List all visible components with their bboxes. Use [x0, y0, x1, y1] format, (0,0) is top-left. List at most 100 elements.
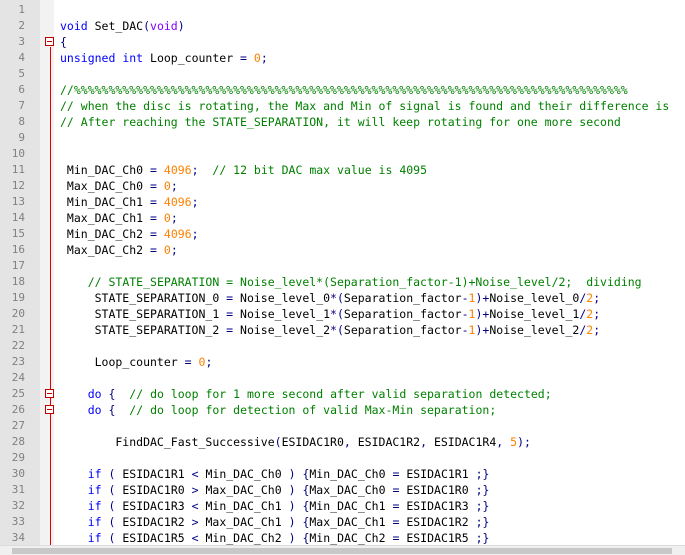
code-line[interactable]: 28 FindDAC_Fast_Successive(ESIDAC1R0, ES…: [0, 434, 685, 450]
code-line[interactable]: 16 Max_DAC_Ch2 = 0;: [0, 242, 685, 258]
code-text[interactable]: Min_DAC_Ch0 = 4096; // 12 bit DAC max va…: [60, 162, 427, 178]
code-line[interactable]: 25 do { // do loop for 1 more second aft…: [0, 386, 685, 402]
fold-toggle-icon[interactable]: [45, 405, 54, 414]
code-token: // After reaching the STATE_SEPARATION, …: [60, 115, 621, 129]
code-line[interactable]: 4 unsigned int Loop_counter = 0;: [0, 50, 685, 66]
code-token: Noise_level_2: [489, 323, 580, 337]
code-token: // do loop for detection of valid Max-Mi…: [129, 403, 497, 417]
code-text[interactable]: do { // do loop for 1 more second after …: [60, 386, 552, 402]
code-line[interactable]: 18 // STATE_SEPARATION = Noise_level*(Se…: [0, 274, 685, 290]
fold-toggle-icon[interactable]: [45, 389, 54, 398]
line-number: 27: [11, 419, 25, 432]
line-number: 3: [18, 35, 25, 48]
code-token: <: [191, 499, 199, 513]
code-line[interactable]: 33 if ( ESIDAC1R2 > Max_DAC_Ch1 ) {Max_D…: [0, 514, 685, 530]
code-token: (: [274, 435, 282, 449]
code-line[interactable]: 8 // After reaching the STATE_SEPARATION,…: [0, 114, 685, 130]
code-text[interactable]: STATE_SEPARATION_0 = Noise_level_0*(Sepa…: [60, 290, 601, 306]
code-text[interactable]: if ( ESIDAC1R0 > Max_DAC_Ch0 ) {Max_DAC_…: [60, 482, 490, 498]
code-line[interactable]: 5: [0, 66, 685, 82]
code-line[interactable]: 21 STATE_SEPARATION_2 = Noise_level_2*(S…: [0, 322, 685, 338]
horizontal-scrollbar[interactable]: [0, 545, 685, 555]
code-text[interactable]: Min_DAC_Ch2 = 4096;: [60, 226, 199, 242]
code-line[interactable]: 6 //%%%%%%%%%%%%%%%%%%%%%%%%%%%%%%%%%%%%%…: [0, 82, 685, 98]
code-line[interactable]: 11 Min_DAC_Ch0 = 4096; // 12 bit DAC max…: [0, 162, 685, 178]
code-token: (: [143, 19, 151, 33]
code-text[interactable]: if ( ESIDAC1R1 < Min_DAC_Ch0 ) {Min_DAC_…: [60, 466, 490, 482]
code-text[interactable]: if ( ESIDAC1R2 > Max_DAC_Ch1 ) {Max_DAC_…: [60, 514, 490, 530]
code-text[interactable]: STATE_SEPARATION_1 = Noise_level_1*(Sepa…: [60, 306, 601, 322]
code-text[interactable]: Min_DAC_Ch1 = 4096;: [60, 194, 199, 210]
code-text[interactable]: Loop_counter = 0;: [60, 354, 213, 370]
code-token: ESIDAC1R0: [115, 483, 192, 497]
code-token: ): [288, 483, 296, 497]
code-token: Loop_counter: [143, 51, 241, 65]
code-token: ): [288, 499, 296, 513]
code-token: ;}: [475, 483, 490, 497]
code-text[interactable]: // STATE_SEPARATION = Noise_level*(Separ…: [60, 274, 642, 290]
code-text[interactable]: FindDAC_Fast_Successive(ESIDAC1R0, ESIDA…: [60, 434, 531, 450]
code-line[interactable]: 24: [0, 370, 685, 386]
code-token: ESIDAC1R0: [281, 435, 344, 449]
code-token: ESIDAC1R5: [115, 531, 192, 545]
code-text[interactable]: if ( ESIDAC1R3 < Min_DAC_Ch1 ) {Min_DAC_…: [60, 498, 490, 514]
code-token: -: [461, 323, 469, 337]
code-text[interactable]: // when the disc is rotating, the Max an…: [60, 98, 669, 114]
code-line[interactable]: 2 void Set_DAC(void): [0, 18, 685, 34]
code-line[interactable]: 13 Min_DAC_Ch1 = 4096;: [0, 194, 685, 210]
code-token: Max_DAC_Ch1: [309, 515, 393, 529]
code-text[interactable]: STATE_SEPARATION_2 = Noise_level_2*(Sepa…: [60, 322, 601, 338]
code-line[interactable]: 12 Max_DAC_Ch0 = 0;: [0, 178, 685, 194]
code-text[interactable]: Max_DAC_Ch2 = 0;: [60, 242, 178, 258]
code-token: =: [150, 179, 157, 193]
code-text[interactable]: //%%%%%%%%%%%%%%%%%%%%%%%%%%%%%%%%%%%%%%…: [60, 82, 628, 98]
code-line[interactable]: 20 STATE_SEPARATION_1 = Noise_level_1*(S…: [0, 306, 685, 322]
code-line[interactable]: 14 Max_DAC_Ch1 = 0;: [0, 210, 685, 226]
code-line[interactable]: 15 Min_DAC_Ch2 = 4096;: [0, 226, 685, 242]
code-line[interactable]: 27: [0, 418, 685, 434]
code-token: ;}: [475, 515, 490, 529]
code-text[interactable]: if ( ESIDAC1R5 < Min_DAC_Ch2 ) {Min_DAC_…: [60, 530, 490, 545]
code-token: Set_DAC: [87, 19, 144, 33]
code-line[interactable]: 34 if ( ESIDAC1R5 < Min_DAC_Ch2 ) {Min_D…: [0, 530, 685, 545]
code-line[interactable]: 17: [0, 258, 685, 274]
fold-toggle-icon[interactable]: [45, 37, 54, 46]
code-token: <: [191, 531, 199, 545]
code-editor[interactable]: 1 2 void Set_DAC(void) 3{4 unsigned int Loop…: [0, 0, 685, 545]
code-text[interactable]: do { // do loop for detection of valid M…: [60, 402, 497, 418]
code-line[interactable]: 30 if ( ESIDAC1R1 < Min_DAC_Ch0 ) {Min_D…: [0, 466, 685, 482]
horizontal-scrollbar-thumb[interactable]: [12, 548, 672, 554]
code-text[interactable]: void Set_DAC(void): [60, 18, 185, 34]
code-line[interactable]: 31 if ( ESIDAC1R0 > Max_DAC_Ch0 ) {Max_D…: [0, 482, 685, 498]
code-line[interactable]: 23 Loop_counter = 0;: [0, 354, 685, 370]
code-line[interactable]: 29: [0, 450, 685, 466]
code-text[interactable]: Max_DAC_Ch0 = 0;: [60, 178, 178, 194]
code-text[interactable]: // After reaching the STATE_SEPARATION, …: [60, 114, 621, 130]
code-token: Min_DAC_Ch2: [309, 531, 393, 545]
code-token: if: [87, 515, 102, 529]
code-line[interactable]: 3{: [0, 34, 685, 50]
line-number: 4: [18, 51, 25, 64]
code-token: Min_DAC_Ch0: [198, 467, 289, 481]
code-token: Min_DAC_Ch0: [309, 467, 393, 481]
code-token: Min_DAC_Ch0: [60, 163, 151, 177]
code-line[interactable]: 19 STATE_SEPARATION_0 = Noise_level_0*(S…: [0, 290, 685, 306]
code-line[interactable]: 10: [0, 146, 685, 162]
code-line[interactable]: 7 // when the disc is rotating, the Max a…: [0, 98, 685, 114]
line-number: 11: [11, 163, 25, 176]
code-text[interactable]: {: [60, 34, 67, 50]
code-line[interactable]: 9: [0, 130, 685, 146]
code-line[interactable]: 22: [0, 338, 685, 354]
code-line[interactable]: 1: [0, 2, 685, 18]
code-area[interactable]: 1 2 void Set_DAC(void) 3{4 unsigned int Loop…: [0, 2, 685, 545]
code-token: ;: [170, 179, 178, 193]
code-token: // STATE_SEPARATION = Noise_level*(Separ…: [87, 275, 642, 289]
code-text[interactable]: Max_DAC_Ch1 = 0;: [60, 210, 178, 226]
code-line[interactable]: 32 if ( ESIDAC1R3 < Min_DAC_Ch1 ) {Min_D…: [0, 498, 685, 514]
code-text[interactable]: unsigned int Loop_counter = 0;: [60, 50, 268, 66]
code-line[interactable]: 26 do { // do loop for detection of vali…: [0, 402, 685, 418]
